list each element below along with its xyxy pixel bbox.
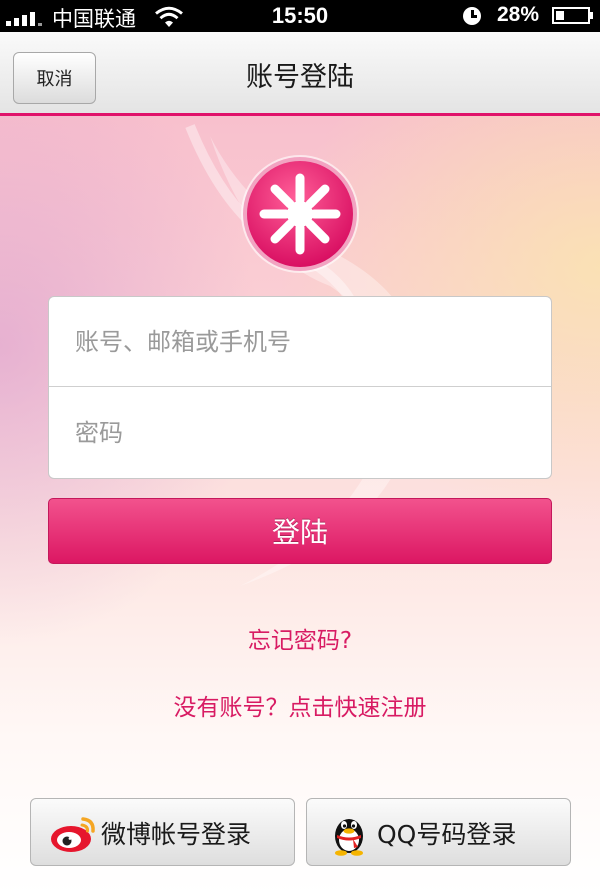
qq-penguin-icon bbox=[335, 819, 363, 856]
navigation-bar: 账号登陆 取消 bbox=[0, 32, 600, 116]
login-button[interactable]: 登陆 bbox=[48, 498, 552, 564]
password-field-row bbox=[49, 388, 551, 478]
battery-tip bbox=[590, 12, 593, 19]
login-form bbox=[48, 296, 552, 479]
password-input[interactable] bbox=[75, 388, 525, 478]
app-logo-icon bbox=[241, 155, 359, 273]
weibo-login-button[interactable]: 微博帐号登录 bbox=[30, 798, 295, 866]
cancel-button[interactable]: 取消 bbox=[13, 52, 96, 104]
status-bar: 中国联通 15:50 28% bbox=[0, 0, 600, 32]
register-link[interactable]: 没有账号？点击快速注册 bbox=[0, 688, 600, 722]
qq-login-label: QQ号码登录 bbox=[377, 820, 517, 849]
forgot-password-link[interactable]: 忘记密码? bbox=[0, 621, 600, 655]
battery-icon bbox=[552, 7, 590, 24]
account-field-row bbox=[49, 297, 551, 387]
battery-percentage: 28% bbox=[497, 3, 540, 26]
qq-login-button[interactable]: QQ号码登录 bbox=[306, 798, 571, 866]
login-screen: 登陆 忘记密码? 没有账号？点击快速注册 微博帐号登录 QQ号码登录 bbox=[0, 116, 600, 895]
alarm-icon bbox=[463, 7, 481, 25]
weibo-icon bbox=[51, 817, 95, 852]
weibo-login-label: 微博帐号登录 bbox=[101, 820, 252, 849]
account-input[interactable] bbox=[75, 297, 525, 387]
field-divider bbox=[49, 386, 551, 387]
